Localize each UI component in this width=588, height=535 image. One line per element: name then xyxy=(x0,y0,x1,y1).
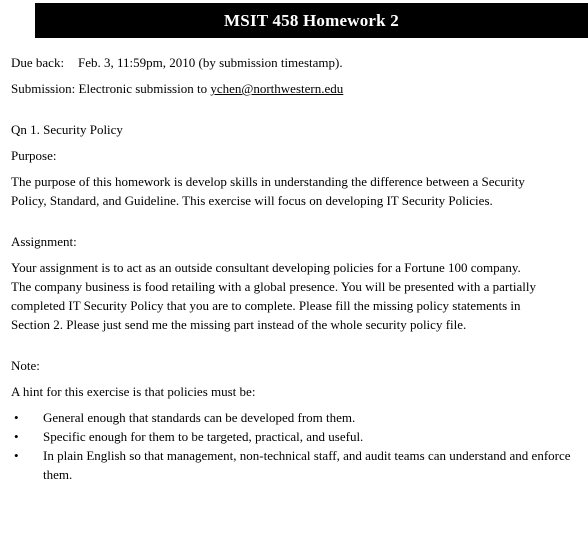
policy-requirements-list: • General enough that standards can be de… xyxy=(11,408,577,484)
bullet-icon: • xyxy=(14,448,19,463)
list-item-text: General enough that standards can be dev… xyxy=(43,410,356,425)
assignment-paragraph: Your assignment is to act as an outside … xyxy=(11,260,536,332)
page-title: MSIT 458 Homework 2 xyxy=(224,11,399,30)
list-item: • In plain English so that management, no… xyxy=(11,446,573,484)
due-back-row: Due back: Feb. 3, 11:59pm, 2010 (by submi… xyxy=(11,53,577,72)
note-intro: A hint for this exercise is that policie… xyxy=(11,384,256,399)
submission-row: Submission: Electronic submission to ych… xyxy=(11,79,577,98)
submission-prefix: Electronic submission to xyxy=(75,81,211,96)
due-back-value: Feb. 3, 11:59pm, 2010 (by submission tim… xyxy=(78,55,343,70)
question-heading: Qn 1. Security Policy xyxy=(11,122,123,137)
submission-email-link[interactable]: ychen@northwestern.edu xyxy=(210,81,343,96)
purpose-heading: Purpose: xyxy=(11,148,57,163)
list-item: • Specific enough for them to be targeted… xyxy=(11,427,573,446)
assignment-heading: Assignment: xyxy=(11,234,77,249)
due-back-label: Due back: xyxy=(11,55,65,70)
header-banner: MSIT 458 Homework 2 xyxy=(35,3,588,38)
list-item-text: In plain English so that management, non… xyxy=(43,448,571,482)
list-item-text: Specific enough for them to be targeted,… xyxy=(43,429,364,444)
bullet-icon: • xyxy=(14,429,19,444)
document-body: Due back: Feb. 3, 11:59pm, 2010 (by submi… xyxy=(11,38,577,484)
note-heading: Note: xyxy=(11,358,40,373)
submission-label: Submission: xyxy=(11,81,76,96)
list-item: • General enough that standards can be de… xyxy=(11,408,573,427)
bullet-icon: • xyxy=(14,410,19,425)
purpose-paragraph: The purpose of this homework is develop … xyxy=(11,174,525,208)
